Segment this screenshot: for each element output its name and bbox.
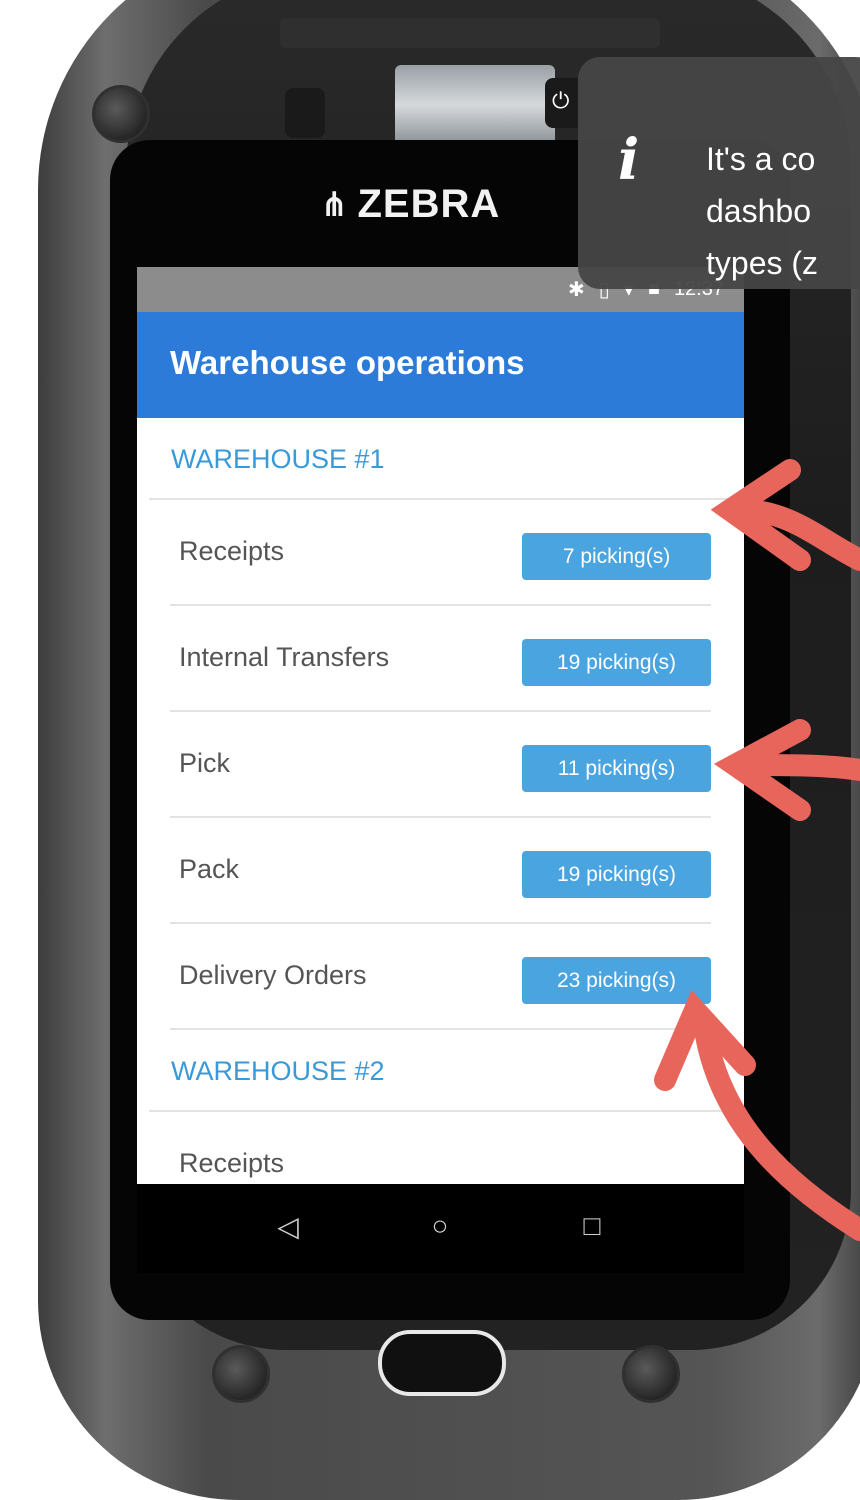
operation-row[interactable]: Pack 19 picking(s) <box>170 818 711 924</box>
picking-count-badge[interactable]: 11 picking(s) <box>522 745 711 792</box>
picking-count-badge[interactable]: 23 picking(s) <box>522 957 711 1004</box>
operation-label: Internal Transfers <box>179 642 390 672</box>
operation-label: Pick <box>179 748 231 778</box>
nav-bar: ◁ ○ □ <box>137 1184 744 1273</box>
camera-slot <box>285 88 325 138</box>
info-icon: i <box>618 127 640 193</box>
scanner-top <box>280 18 660 48</box>
phone-screen: ✱ ▯ ▾ ■ 12:37 Warehouse operations WAREH… <box>137 267 744 1273</box>
warehouse-header: WAREHOUSE #2 <box>149 1030 732 1112</box>
zebra-head-icon: ⋔ <box>320 185 350 224</box>
operation-label: Receipts <box>179 1148 285 1178</box>
back-button[interactable]: ◁ <box>268 1206 308 1246</box>
app-bar: Warehouse operations <box>137 312 744 418</box>
screw-bottom-right <box>622 1345 680 1403</box>
operation-row[interactable]: Receipts 7 picking(s) <box>170 500 711 606</box>
screw-top-left <box>92 85 150 143</box>
home-button[interactable]: ○ <box>420 1206 460 1246</box>
operation-label: Pack <box>179 854 240 884</box>
operation-label: Receipts <box>179 536 285 566</box>
operation-row[interactable]: Internal Transfers 19 picking(s) <box>170 606 711 712</box>
operation-row[interactable]: Receipts <box>170 1112 711 1184</box>
warehouse-name: WAREHOUSE #1 <box>171 444 385 474</box>
operation-label: Delivery Orders <box>179 960 367 990</box>
operation-row[interactable]: Pick 11 picking(s) <box>170 712 711 818</box>
picking-count-badge[interactable]: 19 picking(s) <box>522 639 711 686</box>
picking-count-badge[interactable]: 19 picking(s) <box>522 851 711 898</box>
info-tooltip: i It's a co dashbo types (z <box>578 57 860 289</box>
picking-count-badge[interactable]: 7 picking(s) <box>522 533 711 580</box>
brand-name: ZEBRA <box>357 182 501 226</box>
tooltip-text: It's a co dashbo types (z <box>706 141 819 281</box>
power-icon[interactable]: ⏻ <box>552 88 569 114</box>
recents-button[interactable]: □ <box>572 1206 612 1246</box>
page-title: Warehouse operations <box>170 344 525 381</box>
warehouse-list: WAREHOUSE #1 Receipts 7 picking(s) Inter… <box>137 418 744 1184</box>
home-hardware-button[interactable] <box>378 1330 506 1396</box>
warehouse-name: WAREHOUSE #2 <box>171 1056 385 1086</box>
operation-row[interactable]: Delivery Orders 23 picking(s) <box>170 924 711 1030</box>
screw-bottom-left <box>212 1345 270 1403</box>
zebra-logo: ⋔ ZEBRA <box>320 182 500 227</box>
warehouse-header: WAREHOUSE #1 <box>149 418 732 500</box>
scanner-window <box>395 65 555 145</box>
